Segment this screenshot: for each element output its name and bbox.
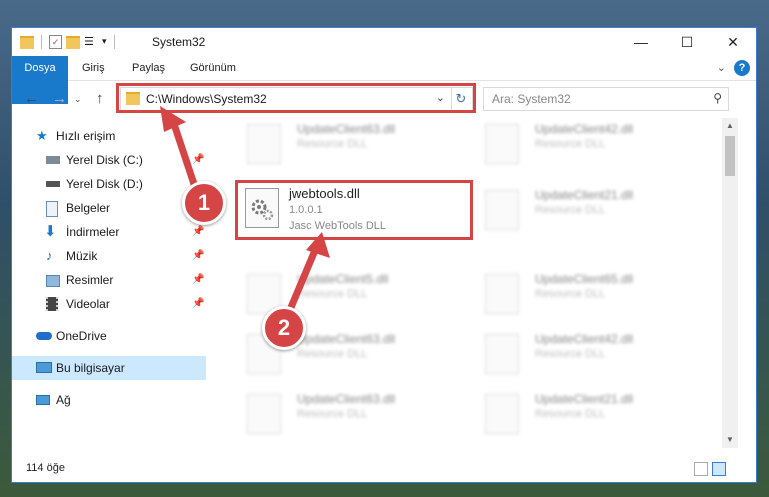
callout-badge-1: 1: [182, 181, 226, 225]
callout-badge-2: 2: [262, 306, 306, 350]
callout-arrows: [160, 106, 330, 328]
